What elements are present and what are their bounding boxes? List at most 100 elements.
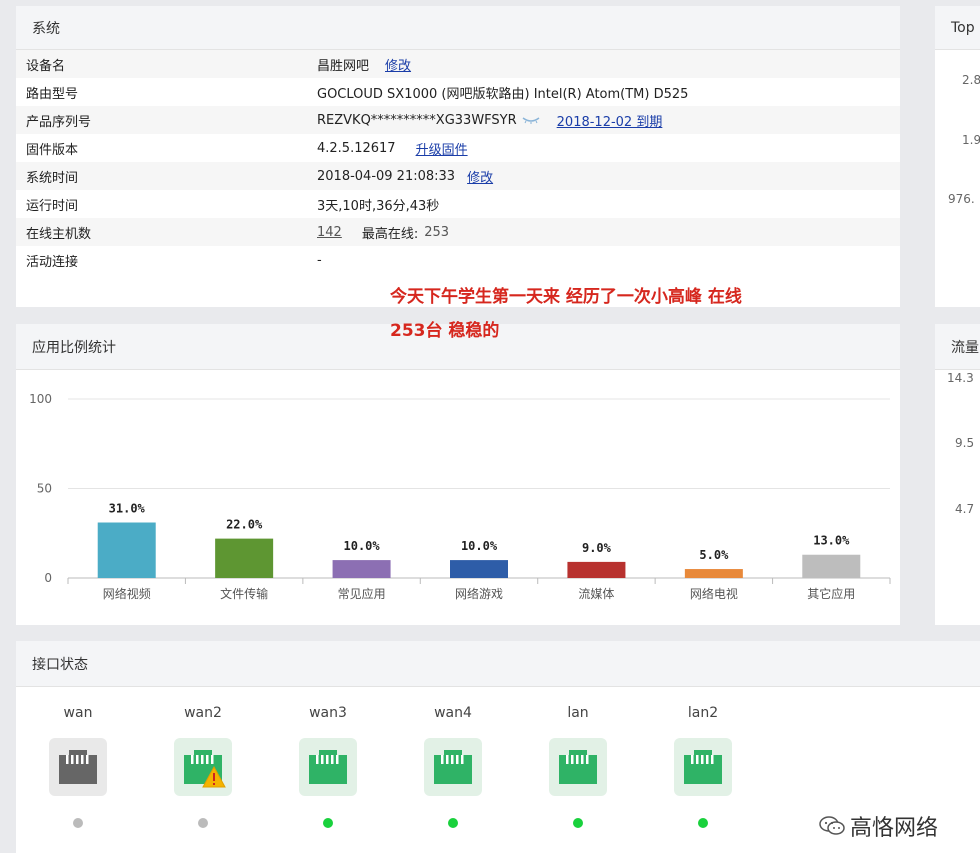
bar [802, 554, 861, 578]
row-system-time: 系统时间 2018-04-09 21:08:33 修改 [16, 162, 900, 190]
flow-y-value: 14.3 [947, 371, 974, 385]
ethernet-port-icon[interactable] [549, 738, 607, 796]
expiry-link[interactable]: 2018-12-02 到期 [557, 111, 663, 130]
ethernet-port-icon[interactable] [299, 738, 357, 796]
row-label: 设备名 [26, 58, 66, 74]
y-tick-label: 0 [44, 571, 52, 585]
edit-device-name-link[interactable]: 修改 [385, 55, 411, 74]
eye-icon[interactable] [521, 114, 541, 126]
port-status-dot [73, 818, 83, 828]
upgrade-firmware-link[interactable]: 升级固件 [416, 139, 468, 158]
max-online-value: 253 [424, 224, 450, 240]
row-device-name: 设备名 昌胜网吧 修改 [16, 50, 900, 78]
row-label: 产品序列号 [26, 114, 92, 130]
system-panel-title: 系统 [32, 20, 60, 37]
row-label: 运行时间 [26, 198, 79, 214]
port-name: wan2 [184, 705, 222, 721]
bar [97, 522, 156, 578]
row-label: 固件版本 [26, 142, 79, 158]
annotation-line-1: 今天下午学生第一天来 经历了一次小高峰 在线 [390, 287, 742, 307]
flow-panel: 流量 14.3 9.5 4.7 [935, 324, 980, 625]
bar [567, 561, 626, 578]
annotation-line-2: 253台 稳稳的 [390, 321, 500, 341]
port-name: lan [567, 705, 589, 721]
row-firmware-version: 固件版本 4.2.5.12617 升级固件 [16, 134, 900, 162]
row-label: 路由型号 [26, 86, 79, 102]
port-status-dot [448, 818, 458, 828]
bar [450, 560, 508, 578]
system-panel-header: 系统 [16, 6, 900, 50]
active-connections-value: - [317, 252, 322, 268]
port-name: wan4 [434, 705, 472, 721]
app-stats-panel: 应用比例统计 100 50 0 31.0% 网络视频 22.0% 文件传输 10.0% 常见应用… [16, 324, 900, 625]
ethernet-port-icon[interactable] [174, 738, 232, 796]
row-label: 活动连接 [26, 254, 79, 270]
row-router-model: 路由型号 GOCLOUD SX1000 (网吧版软路由) Intel(R) At… [16, 78, 900, 106]
system-time-value: 2018-04-09 21:08:33 [317, 168, 456, 184]
ethernet-port-icon[interactable] [424, 738, 482, 796]
row-label: 系统时间 [26, 170, 79, 186]
x-tick-label: 文件传输 [220, 586, 268, 601]
max-online-label: 最高在线: [361, 226, 419, 242]
port-name: wan [63, 705, 93, 721]
watermark: 高恪网络 [818, 810, 938, 842]
x-tick-label: 流媒体 [578, 587, 614, 601]
x-tick-label: 网络电视 [690, 586, 738, 601]
bar [332, 560, 391, 578]
flow-panel-title: 流量 [951, 339, 979, 356]
row-uptime: 运行时间 3天,10时,36分,43秒 [16, 190, 900, 218]
top-panel-title: Top [951, 19, 975, 36]
port-status-dot [573, 818, 583, 828]
app-stats-title: 应用比例统计 [32, 339, 116, 356]
port-status-dot [198, 818, 208, 828]
ethernet-port-icon[interactable] [674, 738, 732, 796]
x-tick-label: 其它应用 [807, 586, 855, 601]
system-panel: 系统 设备名 昌胜网吧 修改 路由型号 GOCLOUD SX1000 (网吧版软路… [16, 6, 900, 307]
flow-y-value: 4.7 [955, 502, 975, 516]
wechat-icon [819, 816, 845, 835]
data-label: 10.0% [461, 539, 498, 553]
data-label: 9.0% [582, 541, 612, 555]
warning-icon [202, 766, 226, 788]
router-model-value: GOCLOUD SX1000 (网吧版软路由) Intel(R) Atom(TM… [317, 86, 689, 102]
data-label: 5.0% [699, 548, 729, 562]
bar [215, 538, 274, 578]
flow-panel-header: 流量 [935, 324, 980, 370]
serial-number-value: REZVKQ**********XG33WFSYR [317, 112, 517, 128]
data-label: 22.0% [226, 518, 263, 532]
port-status-dot [323, 818, 333, 828]
firmware-version-value: 4.2.5.12617 [317, 140, 396, 156]
interface-status-title: 接口状态 [32, 656, 88, 673]
data-label: 10.0% [344, 539, 381, 553]
app-ratio-chart: 100 50 0 31.0% 网络视频 22.0% 文件传输 10.0% 常见应用 10.0% 网络… [29, 392, 891, 601]
ethernet-port-icon[interactable] [49, 738, 107, 796]
port-name: lan2 [687, 705, 719, 721]
top-panel-header: Top [935, 6, 980, 50]
edit-system-time-link[interactable]: 修改 [467, 167, 493, 186]
y-tick-label: 50 [37, 482, 52, 496]
x-tick-label: 常见应用 [338, 586, 386, 601]
top-y-value: 1.9 [962, 133, 980, 147]
x-tick-label: 网络视频 [103, 586, 151, 601]
online-hosts-link[interactable]: 142 [317, 225, 342, 240]
y-tick-label: 100 [29, 392, 52, 406]
top-y-value: 2.8 [962, 73, 980, 87]
row-serial-number: 产品序列号 REZVKQ**********XG33WFSYR 2018-12-… [16, 106, 900, 134]
port-status-dot [698, 818, 708, 828]
data-label: 13.0% [813, 534, 850, 548]
uptime-value: 3天,10时,36分,43秒 [317, 198, 440, 214]
flow-y-value: 9.5 [955, 436, 975, 450]
x-tick-label: 网络游戏 [455, 586, 503, 601]
interface-status-header: 接口状态 [16, 641, 980, 687]
port-name: wan3 [309, 705, 347, 721]
top-y-value: 976. [948, 192, 975, 206]
row-label: 在线主机数 [26, 226, 92, 242]
bar [684, 569, 743, 578]
watermark-text: 高恪网络 [850, 816, 939, 841]
row-active-connections: 活动连接 - [16, 246, 900, 274]
top-panel: Top 2.8 1.9 976. [935, 6, 980, 307]
device-name-value: 昌胜网吧 [317, 58, 370, 74]
annotation-text: 今天下午学生第一天来 经历了一次小高峰 在线 253台 稳稳的 [390, 280, 830, 348]
data-label: 31.0% [109, 502, 146, 516]
row-online-hosts: 在线主机数 142 最高在线: 253 [16, 218, 900, 246]
